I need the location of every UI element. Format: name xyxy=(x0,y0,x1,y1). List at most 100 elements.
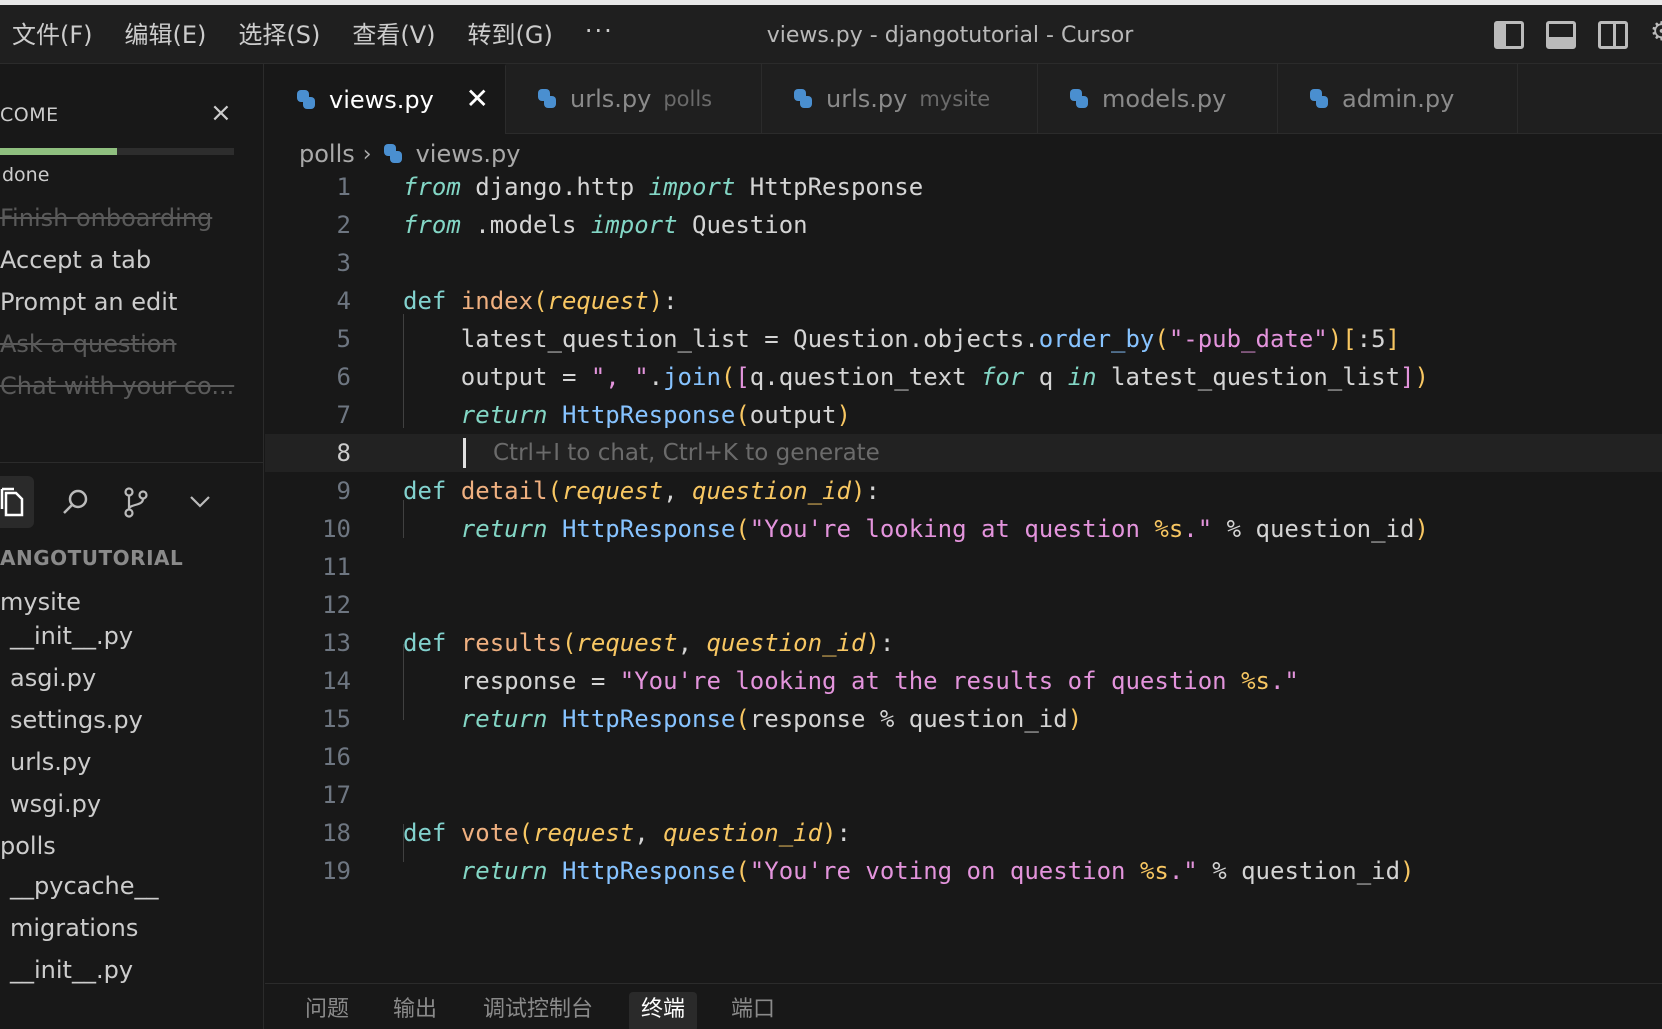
line-number: 6 xyxy=(336,363,351,391)
title-bar: 文件(F) 编辑(E) 选择(S) 查看(V) 转到(G) ··· views.… xyxy=(0,0,1662,64)
code-text: return HttpResponse("You're voting on qu… xyxy=(460,857,1415,885)
tree-folder[interactable]: migrations xyxy=(10,914,138,942)
explorer-files-icon[interactable] xyxy=(0,476,34,528)
line-number: 14 xyxy=(322,667,351,695)
tree-folder-polls[interactable]: polls xyxy=(0,832,56,860)
text-cursor xyxy=(463,438,466,468)
python-icon xyxy=(1308,88,1330,110)
line-number: 10 xyxy=(322,515,351,543)
python-icon xyxy=(382,143,404,165)
breadcrumb-file[interactable]: views.py xyxy=(416,140,521,168)
breadcrumb-folder[interactable]: polls xyxy=(299,140,355,168)
tree-file[interactable]: __init__.py xyxy=(10,622,133,650)
menu-view[interactable]: 查看(V) xyxy=(352,21,435,49)
tree-folder[interactable]: __pycache__ xyxy=(10,872,159,900)
code-text: return HttpResponse("You're looking at q… xyxy=(460,515,1429,543)
code-line: 16 xyxy=(265,738,1662,776)
chevron-down-icon[interactable] xyxy=(178,476,222,528)
code-line: 6 output = ", ".join([q.question_text fo… xyxy=(265,358,1662,396)
explorer-section-title[interactable]: ANGOTUTORIAL xyxy=(0,546,183,570)
tab-urls-py-mysite[interactable]: urls.py mysite xyxy=(762,64,1038,134)
breadcrumb: polls › views.py xyxy=(299,140,520,168)
tab-label: admin.py xyxy=(1342,85,1455,113)
tree-folder-mysite[interactable]: mysite xyxy=(0,588,81,616)
bottom-panel: 问题 输出 调试控制台 终端 端口 xyxy=(265,983,1662,1029)
panel-tab-terminal[interactable]: 终端 xyxy=(629,992,698,1029)
python-icon xyxy=(1068,88,1090,110)
code-line: 19 return HttpResponse("You're voting on… xyxy=(265,852,1662,890)
welcome-title: COME xyxy=(0,104,59,126)
line-number: 11 xyxy=(322,553,351,581)
panel-tab-output[interactable]: 输出 xyxy=(393,992,437,1029)
onboarding-progress-bar xyxy=(0,148,234,155)
line-number: 16 xyxy=(322,743,351,771)
tree-file[interactable]: asgi.py xyxy=(10,664,96,692)
menu-file[interactable]: 文件(F) xyxy=(12,21,93,49)
code-text: latest_question_list = Question.objects.… xyxy=(403,325,1401,353)
divider xyxy=(0,462,263,463)
panel-tab-problems[interactable]: 问题 xyxy=(305,992,349,1029)
panel-tab-debug-console[interactable]: 调试控制台 xyxy=(483,992,593,1029)
code-line: 7 return HttpResponse(output) xyxy=(265,396,1662,434)
menu-edit[interactable]: 编辑(E) xyxy=(125,21,207,49)
toggle-secondary-sidebar-icon[interactable] xyxy=(1598,21,1628,49)
line-number: 1 xyxy=(336,173,351,201)
line-number: 12 xyxy=(322,591,351,619)
code-text: from django.http import HttpResponse xyxy=(403,173,924,201)
python-icon xyxy=(792,88,814,110)
task-accept-tab[interactable]: Accept a tab xyxy=(0,246,151,274)
tab-models-py[interactable]: models.py xyxy=(1038,64,1278,134)
menu-bar: 文件(F) 编辑(E) 选择(S) 查看(V) 转到(G) ··· xyxy=(12,19,614,49)
tab-views-py[interactable]: views.py ✕ xyxy=(265,64,506,134)
python-icon xyxy=(295,89,317,111)
task-chat-codebase[interactable]: Chat with your co... xyxy=(0,372,234,400)
layout-controls xyxy=(1494,17,1662,49)
tab-admin-py[interactable]: admin.py xyxy=(1278,64,1518,134)
tab-label: models.py xyxy=(1102,85,1227,113)
tree-file[interactable]: urls.py xyxy=(10,748,91,776)
toggle-primary-sidebar-icon[interactable] xyxy=(1494,21,1524,49)
line-number: 17 xyxy=(322,781,351,809)
line-number: 3 xyxy=(336,249,351,277)
code-line: 1 from django.http import HttpResponse xyxy=(265,168,1662,206)
settings-gear-icon[interactable] xyxy=(1650,17,1662,49)
source-control-icon[interactable] xyxy=(114,476,158,528)
line-number: 5 xyxy=(336,325,351,353)
line-number: 2 xyxy=(336,211,351,239)
tree-file[interactable]: __init__.py xyxy=(10,956,133,984)
close-icon[interactable]: × xyxy=(210,100,232,126)
tab-description: mysite xyxy=(919,87,991,111)
menu-go[interactable]: 转到(G) xyxy=(468,21,553,49)
line-number: 7 xyxy=(336,401,351,429)
line-number: 15 xyxy=(322,705,351,733)
task-prompt-edit[interactable]: Prompt an edit xyxy=(0,288,177,316)
code-line: 5 latest_question_list = Question.object… xyxy=(265,320,1662,358)
menu-selection[interactable]: 选择(S) xyxy=(238,21,320,49)
tab-description: polls xyxy=(663,87,713,111)
line-number: 9 xyxy=(336,477,351,505)
line-number: 18 xyxy=(322,819,351,847)
sidebar: COME × done Finish onboarding Accept a t… xyxy=(0,64,264,1029)
tab-label: urls.py xyxy=(826,85,908,113)
tree-file[interactable]: settings.py xyxy=(10,706,143,734)
code-line: 14 response = "You're looking at the res… xyxy=(265,662,1662,700)
tab-urls-py-polls[interactable]: urls.py polls xyxy=(506,64,762,134)
tree-file[interactable]: wsgi.py xyxy=(10,790,101,818)
toggle-panel-icon[interactable] xyxy=(1546,21,1576,49)
line-number: 4 xyxy=(336,287,351,315)
tab-label: urls.py xyxy=(570,85,652,113)
progress-fill xyxy=(0,148,117,155)
code-line: 17 xyxy=(265,776,1662,814)
task-finish-onboarding[interactable]: Finish onboarding xyxy=(0,204,212,232)
task-ask-question[interactable]: Ask a question xyxy=(0,330,176,358)
menu-more-icon[interactable]: ··· xyxy=(585,19,614,49)
line-number: 13 xyxy=(322,629,351,657)
close-tab-icon[interactable]: ✕ xyxy=(466,82,489,115)
code-text: return HttpResponse(output) xyxy=(460,401,851,429)
code-editor[interactable]: 1 from django.http import HttpResponse 2 f… xyxy=(265,173,1662,983)
search-icon[interactable] xyxy=(54,476,98,528)
tab-label: views.py xyxy=(329,86,434,114)
python-icon xyxy=(536,88,558,110)
panel-tab-ports[interactable]: 端口 xyxy=(731,992,775,1029)
code-line: 12 xyxy=(265,586,1662,624)
